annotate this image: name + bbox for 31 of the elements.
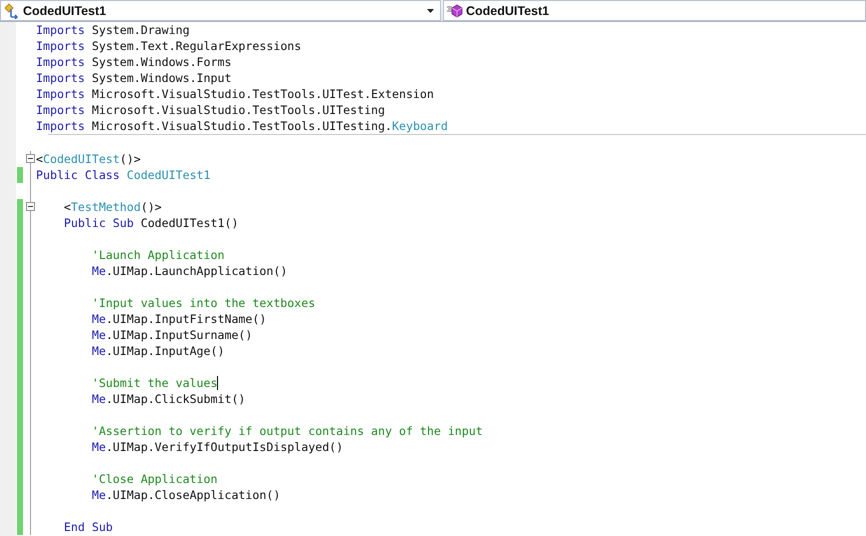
collapse-toggle[interactable] (26, 202, 35, 211)
code-line: End Sub (62, 519, 113, 535)
caret-icon (427, 8, 434, 12)
code-line: Imports System.Windows.Forms (36, 54, 232, 70)
member-dropdown[interactable]: CodedUITest1 (443, 0, 866, 21)
code-line: 'Input values into the textboxes (90, 295, 316, 311)
code-line: Me.UIMap.InputAge() (90, 343, 224, 359)
code-line: Imports Microsoft.VisualStudio.TestTools.UITesting.Keyboard (36, 118, 448, 134)
code-line: <TestMethod()> (62, 199, 162, 215)
type-dropdown[interactable]: CodedUITest1 (0, 0, 441, 21)
code-line: Public Sub CodedUITest1() (62, 215, 238, 231)
code-line: Public Class CodedUITest1 (36, 167, 211, 183)
code-line: Imports Microsoft.VisualStudio.TestTools.UITest.Extension (36, 86, 434, 102)
class-icon (4, 2, 20, 18)
code-line: Imports System.Drawing (36, 22, 190, 38)
code-line: 'Submit the values (90, 375, 218, 391)
code-line: Me.UIMap.InputFirstName() (90, 311, 266, 327)
code-line: 'Assertion to verify if output contains any of the input (90, 423, 483, 439)
code-line: 'Close Application (90, 471, 218, 487)
code-line: Me.UIMap.VerifyIfOutputIsDisplayed() (90, 439, 344, 455)
code-line: Imports System.Windows.Input (36, 70, 232, 86)
cube-icon (447, 4, 463, 18)
code-line: Imports Microsoft.VisualStudio.TestTools.UITesting (36, 102, 386, 118)
code-line: Me.UIMap.InputSurname() (90, 327, 252, 343)
collapse-toggle[interactable] (26, 154, 35, 163)
code-line: Me.UIMap.CloseApplication() (90, 487, 280, 503)
code-line: 'Launch Application (90, 247, 224, 263)
code-line: Me.UIMap.LaunchApplication() (90, 263, 288, 279)
code-line: Imports System.Text.RegularExpressions (36, 38, 302, 54)
code-line: Me.UIMap.ClickSubmit() (90, 391, 246, 407)
code-line: <CodedUITest()> (36, 151, 141, 167)
